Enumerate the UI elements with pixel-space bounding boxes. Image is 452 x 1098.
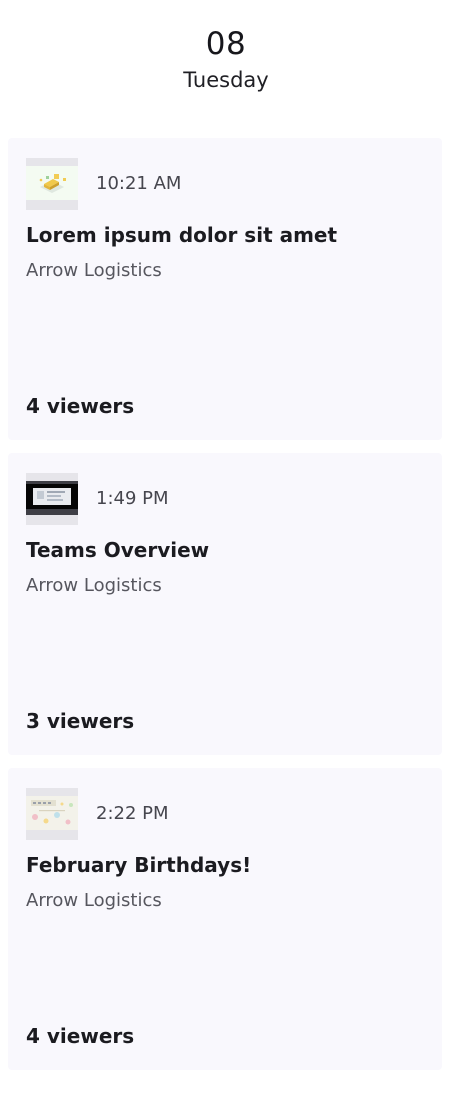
event-card-list: 10:21 AM Lorem ipsum dolor sit amet Arro…: [8, 138, 442, 1083]
event-title: Teams Overview: [26, 538, 210, 562]
event-thumbnail: [26, 473, 78, 525]
birthday-banner-icon: [26, 796, 78, 830]
viewer-count: 4 viewers: [26, 394, 135, 418]
event-title: Lorem ipsum dolor sit amet: [26, 223, 338, 247]
event-card[interactable]: 1:49 PM Teams Overview Arrow Logistics 3…: [8, 453, 442, 755]
event-title: February Birthdays!: [26, 853, 252, 877]
event-thumbnail: [26, 788, 78, 840]
weekday-label: Tuesday: [183, 68, 269, 92]
event-time: 2:22 PM: [96, 803, 169, 824]
schedule-page: 08 Tuesday 10:21 AM Lorem ipsum dolor si…: [0, 0, 452, 1098]
event-time: 10:21 AM: [96, 173, 182, 194]
event-company: Arrow Logistics: [26, 575, 162, 596]
event-thumbnail: [26, 158, 78, 210]
event-card[interactable]: 2:22 PM February Birthdays! Arrow Logist…: [8, 768, 442, 1070]
event-company: Arrow Logistics: [26, 260, 162, 281]
day-number: 08: [205, 26, 247, 62]
event-card[interactable]: 10:21 AM Lorem ipsum dolor sit amet Arro…: [8, 138, 442, 440]
viewer-count: 4 viewers: [26, 1024, 135, 1048]
isometric-illustration-icon: [26, 166, 78, 200]
date-header: 08 Tuesday: [0, 24, 452, 94]
event-company: Arrow Logistics: [26, 890, 162, 911]
viewer-count: 3 viewers: [26, 709, 135, 733]
event-time: 1:49 PM: [96, 488, 169, 509]
presentation-slide-icon: [26, 481, 78, 515]
